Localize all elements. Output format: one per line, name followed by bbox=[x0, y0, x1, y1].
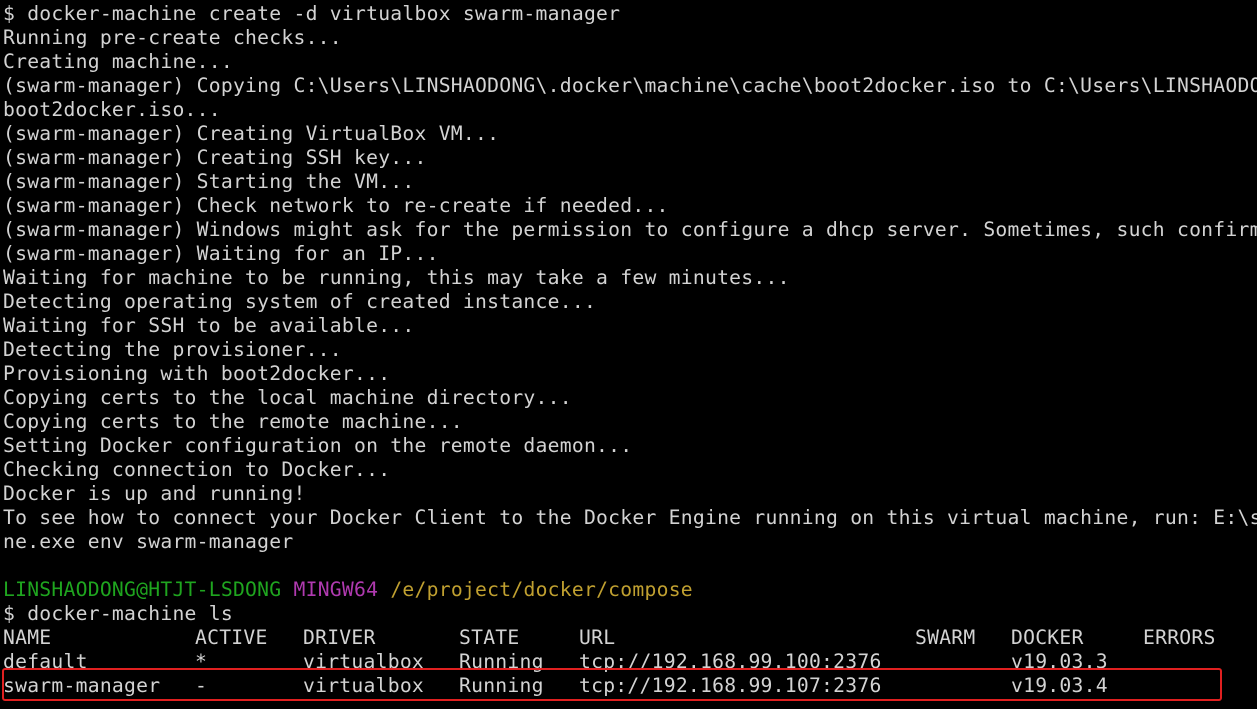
output-line: Detecting the provisioner... bbox=[3, 338, 342, 361]
header-state: STATE bbox=[459, 626, 520, 649]
prompt-user-host: LINSHAODONG@HTJT-LSDONG bbox=[3, 578, 282, 601]
cell-docker: v19.03.4 bbox=[1011, 674, 1108, 697]
output-line: (swarm-manager) Waiting for an IP... bbox=[3, 242, 439, 265]
cell-driver: virtualbox bbox=[303, 674, 425, 697]
cell-active: - bbox=[195, 674, 208, 697]
output-line: Copying certs to the remote machine... bbox=[3, 410, 463, 433]
cell-url: tcp://192.168.99.107:2376 bbox=[579, 674, 882, 697]
header-active: ACTIVE bbox=[195, 626, 268, 649]
terminal-output: $ docker-machine create -d virtualbox sw… bbox=[0, 2, 1257, 578]
output-line: (swarm-manager) Copying C:\Users\LINSHAO… bbox=[3, 74, 1257, 97]
header-swarm: SWARM bbox=[915, 626, 976, 649]
cell-url: tcp://192.168.99.100:2376 bbox=[579, 650, 882, 673]
command-line: $ docker-machine ls bbox=[3, 602, 233, 625]
cell-name: default bbox=[3, 650, 88, 673]
output-line: (swarm-manager) Creating VirtualBox VM..… bbox=[3, 122, 500, 145]
cell-driver: virtualbox bbox=[303, 650, 425, 673]
output-line: Docker is up and running! bbox=[3, 482, 306, 505]
table-row-default: default * virtualbox Running tcp://192.1… bbox=[0, 650, 1257, 674]
header-errors: ERRORS bbox=[1143, 626, 1216, 649]
output-line: Waiting for SSH to be available... bbox=[3, 314, 415, 337]
output-line: Running pre-create checks... bbox=[3, 26, 342, 49]
shell-prompt: LINSHAODONG@HTJT-LSDONG MINGW64 /e/proje… bbox=[0, 578, 1257, 602]
output-line: Checking connection to Docker... bbox=[3, 458, 391, 481]
output-line: Waiting for machine to be running, this … bbox=[3, 266, 790, 289]
cell-state: Running bbox=[459, 650, 544, 673]
header-name: NAME bbox=[3, 626, 52, 649]
cell-state: Running bbox=[459, 674, 544, 697]
output-line: Provisioning with boot2docker... bbox=[3, 362, 391, 385]
output-line: boot2docker.iso... bbox=[3, 98, 221, 121]
header-url: URL bbox=[579, 626, 616, 649]
prompt-path: /e/project/docker/compose bbox=[390, 578, 693, 601]
cell-name: swarm-manager bbox=[3, 674, 161, 697]
output-line: $ docker-machine create -d virtualbox sw… bbox=[3, 2, 621, 25]
cell-active: * bbox=[195, 650, 208, 673]
output-line: Copying certs to the local machine direc… bbox=[3, 386, 572, 409]
output-line: To see how to connect your Docker Client… bbox=[3, 506, 1257, 529]
output-line: (swarm-manager) Check network to re-crea… bbox=[3, 194, 669, 217]
prompt-system: MINGW64 bbox=[293, 578, 379, 601]
terminal-window[interactable]: $ docker-machine create -d virtualbox sw… bbox=[0, 0, 1257, 709]
output-line: (swarm-manager) Starting the VM... bbox=[3, 170, 415, 193]
output-line: Creating machine... bbox=[3, 50, 233, 73]
output-line: Detecting operating system of created in… bbox=[3, 290, 597, 313]
output-line: (swarm-manager) Creating SSH key... bbox=[3, 146, 427, 169]
header-docker: DOCKER bbox=[1011, 626, 1084, 649]
header-driver: DRIVER bbox=[303, 626, 376, 649]
output-line: ne.exe env swarm-manager bbox=[3, 530, 294, 553]
table-row-swarm-manager: swarm-manager - virtualbox Running tcp:/… bbox=[0, 674, 1257, 698]
output-line: (swarm-manager) Windows might ask for th… bbox=[3, 218, 1257, 241]
cell-docker: v19.03.3 bbox=[1011, 650, 1108, 673]
table-header-row: NAME ACTIVE DRIVER STATE URL SWARM DOCKE… bbox=[0, 626, 1257, 650]
output-line: Setting Docker configuration on the remo… bbox=[3, 434, 633, 457]
